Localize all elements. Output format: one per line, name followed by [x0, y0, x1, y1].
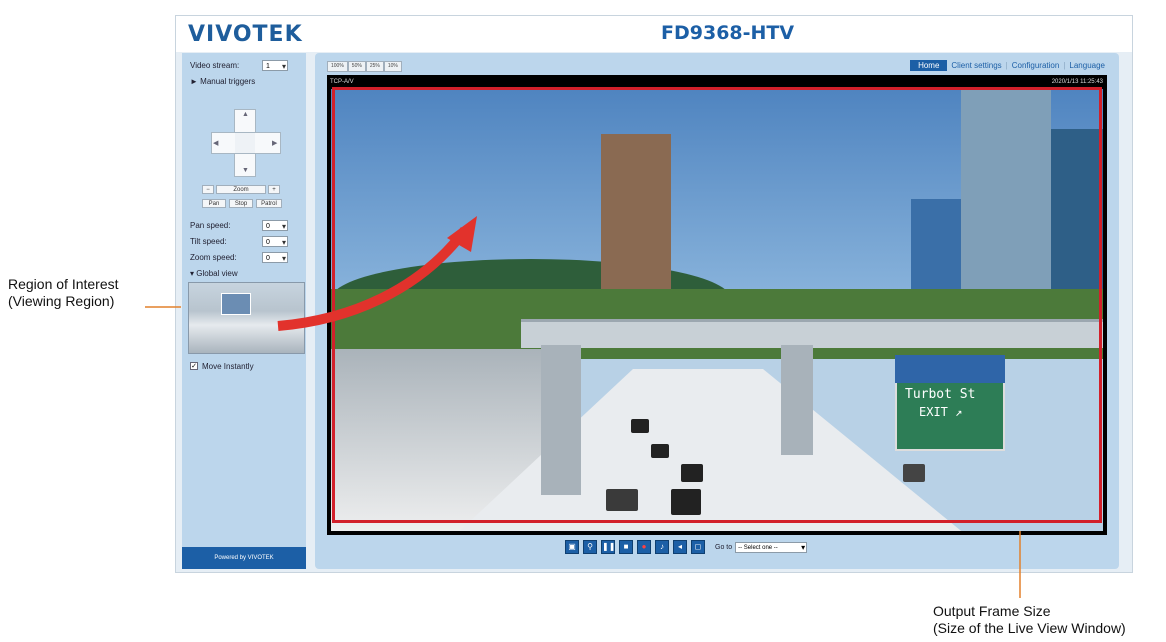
roi-annotation: Region of Interest (Viewing Region): [8, 276, 119, 310]
nav-home[interactable]: Home: [910, 60, 948, 71]
video-control-bar: ▣ ⚲ ❚❚ ■ ● ♪ ◂ ◻ Go to -- Select one --: [565, 540, 808, 554]
tilt-speed-select[interactable]: 0: [262, 236, 288, 248]
expand-arrow-icon: ►: [190, 77, 198, 86]
nav-client-settings[interactable]: Client settings: [947, 61, 1005, 70]
roi-annotation-line1: Region of Interest: [8, 276, 119, 292]
powered-by-footer: Powered by VIVOTEK: [182, 547, 306, 569]
stop-button[interactable]: Stop: [229, 199, 253, 208]
nav-language[interactable]: Language: [1065, 61, 1109, 70]
volume-icon[interactable]: ◂: [673, 540, 687, 554]
nav-configuration[interactable]: Configuration: [1008, 61, 1064, 70]
global-view-toggle[interactable]: ▾ Global view: [190, 269, 238, 278]
tilt-up-icon[interactable]: ▲: [242, 111, 249, 118]
zoom-speed-select[interactable]: 0: [262, 252, 288, 264]
patrol-button[interactable]: Patrol: [256, 199, 282, 208]
zoom-in-button[interactable]: +: [268, 185, 280, 194]
manual-triggers-toggle[interactable]: ► Manual triggers: [190, 77, 255, 86]
size-button[interactable]: 100%: [327, 61, 348, 72]
zoom-label: Zoom: [216, 185, 266, 194]
record-icon[interactable]: ●: [637, 540, 651, 554]
pan-left-icon[interactable]: ◀: [213, 139, 218, 147]
zoom-speed-label: Zoom speed:: [190, 253, 237, 262]
move-instantly-checkbox[interactable]: ✓: [190, 362, 198, 370]
logo-text: VIVOTEK: [188, 22, 303, 47]
size-button[interactable]: 10%: [383, 61, 402, 72]
digital-zoom-icon[interactable]: ⚲: [583, 540, 597, 554]
view-size-buttons: 100% 50% 25% 10%: [327, 61, 402, 72]
frame-annotation: Output Frame Size (Size of the Live View…: [933, 603, 1126, 637]
manual-triggers-label: Manual triggers: [200, 77, 256, 86]
stop-icon[interactable]: ■: [619, 540, 633, 554]
pan-speed-label: Pan speed:: [190, 221, 231, 230]
roi-annotation-line2: (Viewing Region): [8, 293, 115, 309]
preset-select[interactable]: -- Select one --: [735, 541, 808, 553]
home-position-button[interactable]: [235, 133, 255, 153]
pause-icon[interactable]: ❚❚: [601, 540, 615, 554]
global-view-label: Global view: [196, 269, 238, 278]
global-view-thumbnail[interactable]: [188, 282, 305, 354]
size-button[interactable]: 25%: [365, 61, 384, 72]
pan-button[interactable]: Pan: [202, 199, 226, 208]
zoom-out-button[interactable]: −: [202, 185, 214, 194]
frame-annotation-line1: Output Frame Size: [933, 603, 1051, 619]
vivotek-logo: VIVOTEK: [188, 22, 303, 47]
tilt-down-icon[interactable]: ▼: [242, 167, 249, 174]
video-stream-label: Video stream:: [190, 61, 240, 70]
region-of-interest-marker[interactable]: [221, 293, 251, 315]
header: VIVOTEK FD9368-HTV: [176, 16, 1132, 52]
pan-speed-select[interactable]: 0: [262, 220, 288, 232]
snapshot-icon[interactable]: ▣: [565, 540, 579, 554]
goto-label: Go to: [715, 543, 733, 551]
move-instantly-label: Move Instantly: [202, 362, 254, 371]
size-button[interactable]: 50%: [347, 61, 366, 72]
tilt-speed-label: Tilt speed:: [190, 237, 227, 246]
fullscreen-icon[interactable]: ◻: [691, 540, 705, 554]
ptz-control-pad[interactable]: ▲ ▼ ◀ ▶: [211, 109, 281, 179]
pan-right-icon[interactable]: ▶: [272, 139, 277, 147]
output-frame-outline: [332, 87, 1102, 523]
top-nav: Home Client settings | Configuration | L…: [910, 60, 1109, 71]
collapse-arrow-icon: ▾: [190, 269, 195, 278]
microphone-icon[interactable]: ♪: [655, 540, 669, 554]
video-stream-select[interactable]: 1: [262, 60, 288, 72]
frame-annotation-line2: (Size of the Live View Window): [933, 620, 1126, 636]
live-view-panel: 100% 50% 25% 10% Home Client settings | …: [315, 53, 1119, 569]
model-title: FD9368-HTV: [661, 22, 795, 44]
sidebar: Video stream: 1 ► Manual triggers ▲ ▼ ◀ …: [182, 53, 306, 569]
camera-web-ui: VIVOTEK FD9368-HTV Video stream: 1 ► Man…: [175, 15, 1133, 573]
